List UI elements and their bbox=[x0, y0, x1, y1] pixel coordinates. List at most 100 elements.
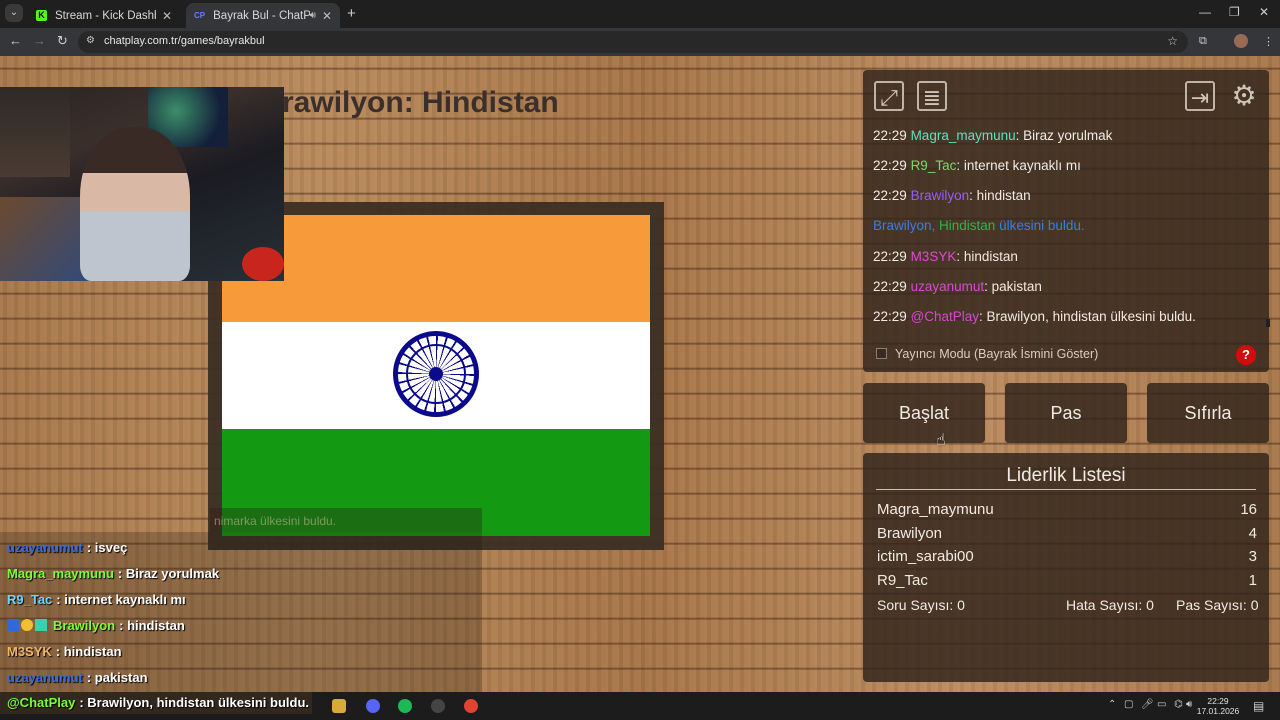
msg-text: : Brawilyon, hindistan ülkesini buldu. bbox=[979, 309, 1196, 324]
fullscreen-icon[interactable]: ⤢ bbox=[874, 81, 904, 111]
msg-time: 22:29 bbox=[873, 128, 907, 143]
minimize-icon[interactable]: — bbox=[1199, 5, 1211, 19]
tab-bayrak-bul[interactable]: CP Bayrak Bul - ChatPlay 🔊︎ ✕ bbox=[186, 3, 340, 28]
msg-text: : hindistan bbox=[969, 188, 1031, 203]
leaderboard-row: ictim_sarabi00 3 bbox=[877, 548, 1257, 565]
verified-badge-icon bbox=[7, 619, 19, 631]
question-count: Soru Sayısı: 0 bbox=[877, 597, 965, 613]
leaderboard-panel bbox=[863, 453, 1269, 682]
clock-date: 17.01.2026 bbox=[1196, 706, 1240, 716]
file-explorer-icon[interactable] bbox=[332, 699, 346, 713]
overlay-chat-line: M3SYK: hindistan bbox=[7, 644, 122, 659]
tray-expand-icon[interactable]: ⌃ bbox=[1108, 699, 1116, 710]
chrome-icon[interactable] bbox=[464, 699, 478, 713]
speaker-icon[interactable]: 🔊︎ bbox=[310, 10, 316, 21]
overlay-chat-user: Brawilyon bbox=[53, 618, 116, 633]
msg-user: uzayanumut bbox=[910, 279, 985, 294]
overlay-chat-text: : isveç bbox=[86, 540, 128, 555]
browser-tab-strip: ⌄ K Stream - Kick Dashboard ✕ CP Bayrak … bbox=[0, 0, 1280, 28]
webcam-plush bbox=[242, 247, 284, 281]
back-arrow-icon[interactable]: ← bbox=[9, 33, 22, 48]
bookmark-star-icon[interactable]: ☆ bbox=[1167, 34, 1178, 48]
chat-message: 22:29 Brawilyon: hindistan bbox=[873, 188, 1031, 203]
reload-icon[interactable]: ↻ bbox=[57, 33, 68, 49]
overlay-chat-user: R9_Tac bbox=[7, 592, 53, 607]
streamer-mode-toggle[interactable]: Yayıncı Modu (Bayrak İsmini Göster) bbox=[876, 347, 1098, 361]
start-button[interactable]: Başlat bbox=[863, 383, 985, 443]
streamer-mode-checkbox[interactable] bbox=[876, 348, 887, 359]
leaderboard-title: Liderlik Listesi bbox=[1006, 465, 1126, 486]
overlay-chat-user: Magra_maymunu bbox=[7, 566, 114, 581]
leaderboard-divider bbox=[876, 489, 1256, 490]
restore-icon[interactable]: ❐ bbox=[1229, 5, 1240, 19]
settings-gear-icon[interactable]: ⚙︎ bbox=[1229, 81, 1259, 111]
chat-message: 22:29 M3SYK: hindistan bbox=[873, 249, 1018, 264]
overlay-chat-line: Magra_maymunu: Biraz yorulmak bbox=[7, 566, 219, 581]
ashoka-chakra-icon bbox=[393, 331, 479, 417]
pass-button[interactable]: Pas bbox=[1005, 383, 1127, 443]
chakra-hub bbox=[429, 367, 443, 381]
overlay-chat-line: @ChatPlay: Brawilyon, hindistan ülkesini… bbox=[7, 695, 309, 710]
webcam-background-shelf bbox=[0, 87, 70, 177]
msg-text: : Biraz yorulmak bbox=[1015, 128, 1113, 143]
msg-text: : internet kaynaklı mı bbox=[956, 158, 1081, 173]
webcam-overlay bbox=[0, 87, 284, 281]
logout-icon[interactable]: ⇥ bbox=[1185, 81, 1215, 111]
notes-icon[interactable]: ≣ bbox=[917, 81, 947, 111]
close-window-icon[interactable]: ✕ bbox=[1259, 5, 1269, 19]
spotify-icon[interactable] bbox=[398, 699, 412, 713]
player-name: ictim_sarabi00 bbox=[877, 548, 974, 565]
player-score: 3 bbox=[1248, 548, 1257, 565]
player-name: R9_Tac bbox=[877, 572, 928, 589]
player-score: 4 bbox=[1248, 525, 1257, 542]
pass-count: Pas Sayısı: 0 bbox=[1176, 597, 1259, 613]
help-button[interactable]: ? bbox=[1236, 345, 1256, 365]
obs-icon[interactable] bbox=[431, 699, 445, 713]
chatplay-favicon-icon: CP bbox=[194, 11, 206, 20]
forward-arrow-icon[interactable]: → bbox=[33, 33, 46, 48]
tray-tool-icon[interactable]: ▭ bbox=[1157, 699, 1166, 710]
address-bar[interactable]: ⚙︎ chatplay.com.tr/games/bayrakbul ☆ bbox=[78, 31, 1188, 53]
msg-text: : hindistan bbox=[956, 249, 1018, 264]
microphone-icon[interactable]: 🎤︎ bbox=[1141, 699, 1154, 710]
chat-scrollbar[interactable] bbox=[1266, 319, 1270, 327]
reset-button[interactable]: Sıfırla bbox=[1147, 383, 1269, 443]
overlay-chat-text: : hindistan bbox=[119, 618, 185, 633]
ghost-found-notice: nimarka ülkesini buldu. bbox=[210, 508, 482, 532]
tab-title: Bayrak Bul - ChatPlay bbox=[213, 9, 310, 22]
tab-kick-dashboard[interactable]: K Stream - Kick Dashboard ✕ bbox=[28, 3, 180, 28]
overlay-chat-user: @ChatPlay bbox=[7, 695, 76, 710]
tab-search-button[interactable]: ⌄ bbox=[5, 4, 23, 22]
player-name: Magra_maymunu bbox=[877, 501, 994, 518]
overlay-chat-line: Brawilyon: hindistan bbox=[7, 618, 185, 633]
player-name: Brawilyon bbox=[877, 525, 943, 542]
volume-icon[interactable]: 🔊︎ bbox=[1186, 699, 1192, 710]
webcam-blanket bbox=[0, 197, 90, 281]
overlay-chat-text: : pakistan bbox=[86, 670, 148, 685]
overlay-chat-text: : Brawilyon, hindistan ülkesini buldu. bbox=[79, 695, 309, 710]
menu-dots-icon[interactable]: ⋮ bbox=[1263, 35, 1274, 48]
msg-time: 22:29 bbox=[873, 158, 907, 173]
profile-avatar[interactable] bbox=[1234, 34, 1248, 48]
taskbar-clock[interactable]: 22:29 17.01.2026 bbox=[1196, 696, 1240, 716]
tray-app-icon[interactable]: ▢ bbox=[1124, 699, 1133, 710]
msg-text: : pakistan bbox=[984, 279, 1042, 294]
india-flag-image bbox=[222, 215, 650, 537]
player-score: 16 bbox=[1240, 501, 1257, 518]
kick-favicon-icon: K bbox=[36, 10, 47, 21]
overlay-chat-user: uzayanumut bbox=[7, 670, 83, 685]
extensions-icon[interactable]: ⧉ bbox=[1199, 35, 1207, 48]
tab-close-icon[interactable]: ✕ bbox=[162, 9, 172, 23]
chat-message: 22:29 R9_Tac: internet kaynaklı mı bbox=[873, 158, 1081, 173]
tab-close-icon[interactable]: ✕ bbox=[322, 9, 332, 23]
flag-saffron-band bbox=[222, 215, 650, 322]
network-icon[interactable]: ⌬ bbox=[1174, 699, 1183, 710]
overlay-chat-text: : internet kaynaklı mı bbox=[56, 592, 186, 607]
chat-message: 22:29 @ChatPlay: Brawilyon, hindistan ül… bbox=[873, 309, 1196, 324]
overlay-chat-text: : hindistan bbox=[55, 644, 122, 659]
discord-icon[interactable] bbox=[366, 699, 380, 713]
site-info-icon[interactable]: ⚙︎ bbox=[86, 35, 95, 46]
new-tab-plus-icon[interactable]: + bbox=[347, 5, 356, 22]
notification-icon[interactable]: ▤ bbox=[1253, 699, 1264, 713]
msg-user: Brawilyon, bbox=[873, 218, 940, 233]
